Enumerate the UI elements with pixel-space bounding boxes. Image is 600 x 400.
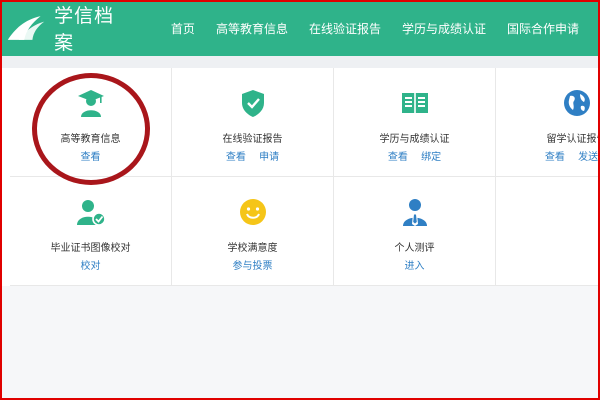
view-link[interactable]: 查看 [545, 152, 565, 163]
enter-link[interactable]: 进入 [405, 261, 425, 272]
card-title: 学校满意度 [227, 243, 278, 254]
card-links: 查看 申请 [172, 148, 333, 163]
user-check-icon [76, 200, 106, 226]
card-links: 校对 [10, 257, 171, 272]
certificate-icon [401, 93, 428, 113]
card-certificate-proofread[interactable]: 毕业证书图像校对 校对 [10, 177, 172, 286]
card-title: 留学认证报告 [546, 134, 600, 145]
card-school-satisfaction[interactable]: 学校满意度 参与投票 [172, 177, 334, 286]
card-links: 查看 发送报 [496, 148, 600, 163]
card-links: 进入 [334, 257, 495, 272]
card-empty [496, 177, 600, 286]
header-divider [0, 56, 600, 68]
view-link[interactable]: 查看 [226, 152, 246, 163]
nav-degree-certification[interactable]: 学历与成绩认证 [402, 20, 486, 37]
globe-icon [563, 90, 590, 116]
bind-link[interactable]: 绑定 [421, 152, 441, 163]
card-personal-assessment[interactable]: 个人测评 进入 [334, 177, 496, 286]
top-navigation-bar: 学信档案 首页 高等教育信息 在线验证报告 学历与成绩认证 国际合作申请 [0, 0, 600, 56]
card-study-abroad-report[interactable]: 留学认证报告 查看 发送报 [496, 68, 600, 177]
page-footer-area [0, 286, 600, 400]
send-report-link[interactable]: 发送报 [578, 152, 600, 163]
apply-link[interactable]: 申请 [259, 152, 279, 163]
nav-higher-education[interactable]: 高等教育信息 [216, 20, 288, 37]
brand-name: 学信档案 [54, 5, 115, 54]
card-links: 参与投票 [172, 257, 333, 272]
logo[interactable]: 学信档案 [6, 1, 127, 55]
logo-icon [7, 16, 45, 40]
card-degree-certification[interactable]: 学历与成绩认证 查看 绑定 [334, 68, 496, 177]
card-title: 学历与成绩认证 [379, 134, 450, 145]
card-title: 毕业证书图像校对 [50, 243, 131, 254]
nav-home[interactable]: 首页 [171, 20, 195, 37]
card-title: 个人测评 [394, 243, 435, 254]
card-title: 在线验证报告 [222, 134, 283, 145]
nav-online-report[interactable]: 在线验证报告 [309, 20, 381, 37]
person-tie-icon [402, 199, 427, 226]
annotation-circle [32, 73, 150, 185]
nav-international[interactable]: 国际合作申请 [507, 20, 579, 37]
view-link[interactable]: 查看 [388, 152, 408, 163]
proofread-link[interactable]: 校对 [81, 261, 101, 272]
shield-check-icon [241, 90, 264, 117]
smiley-icon [239, 199, 266, 225]
card-links: 查看 绑定 [334, 148, 495, 163]
card-online-report[interactable]: 在线验证报告 查看 申请 [172, 68, 334, 177]
vote-link[interactable]: 参与投票 [233, 261, 273, 272]
main-nav: 首页 高等教育信息 在线验证报告 学历与成绩认证 国际合作申请 [171, 20, 600, 37]
